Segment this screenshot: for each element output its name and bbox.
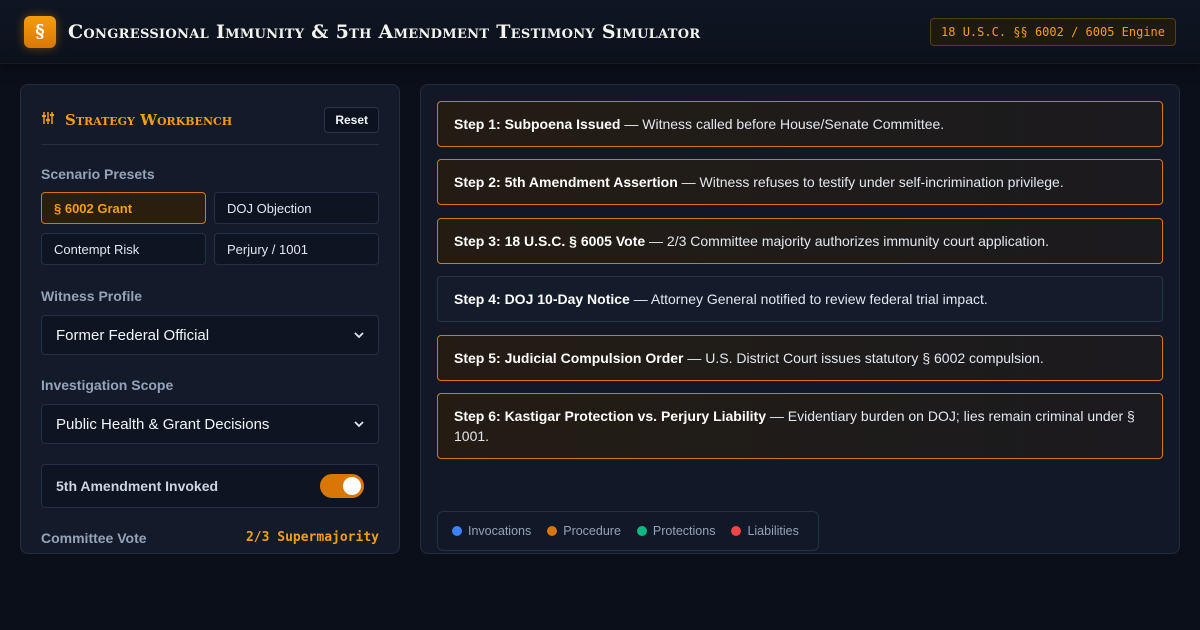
red-dot-icon — [731, 526, 742, 536]
fifth-amendment-toggle[interactable] — [320, 474, 364, 498]
testimony-process-panel: Step 1: Subpoena Issued — Witness called… — [420, 84, 1180, 554]
witness-profile-label: Witness Profile — [41, 288, 143, 304]
chevron-down-icon — [354, 328, 364, 342]
category-legend: Invocations Procedure Protections Liabil… — [437, 511, 819, 551]
committee-vote-value: 2/3 Supermajority — [245, 530, 379, 545]
legend-item-liabilities: Liabilities — [731, 524, 799, 538]
step-card[interactable]: Step 5: Judicial Compulsion Order — U.S.… — [437, 335, 1163, 381]
step-title: Step 1: Subpoena Issued — [454, 116, 621, 132]
fifth-amendment-toggle-row: 5th Amendment Invoked — [41, 464, 379, 508]
step-card[interactable]: Step 6: Kastigar Protection vs. Perjury … — [437, 393, 1163, 459]
committee-vote-label: Committee Vote — [41, 530, 147, 546]
step-title: Step 5: Judicial Compulsion Order — [454, 350, 684, 366]
app-header: § Congressional Immunity & 5th Amendment… — [0, 0, 1200, 64]
investigation-scope-select[interactable]: Public Health & Grant Decisions — [41, 404, 379, 444]
green-dot-icon — [636, 526, 647, 536]
legend-item-procedure: Procedure — [547, 524, 621, 538]
step-description: — U.S. District Court issues statutory §… — [683, 350, 1044, 366]
witness-profile-value: Former Federal Official — [56, 326, 210, 344]
investigation-scope-value: Public Health & Grant Decisions — [56, 415, 270, 433]
fifth-amendment-label: 5th Amendment Invoked — [56, 478, 219, 494]
preset-perjury-1001[interactable]: Perjury / 1001 — [214, 233, 379, 265]
chevron-down-icon — [354, 417, 364, 431]
legend-item-invocations: Invocations — [452, 524, 531, 538]
step-description: — Witness refuses to testify under self-… — [677, 174, 1064, 190]
reset-button[interactable]: Reset — [324, 106, 379, 133]
step-card[interactable]: Step 4: DOJ 10-Day Notice — Attorney Gen… — [437, 276, 1163, 322]
step-card[interactable]: Step 1: Subpoena Issued — Witness called… — [437, 101, 1163, 147]
step-description: — 2/3 Committee majority authorizes immu… — [645, 233, 1049, 249]
step-description: — Witness called before House/Senate Com… — [620, 116, 945, 132]
step-title: Step 4: DOJ 10-Day Notice — [454, 291, 630, 307]
legend-label: Liabilities — [747, 524, 799, 538]
orange-dot-icon — [547, 526, 558, 536]
step-title: Step 3: 18 U.S.C. § 6005 Vote — [454, 233, 646, 249]
engine-badge: 18 U.S.C. §§ 6002 / 6005 Engine — [930, 17, 1176, 46]
legend-item-protections: Protections — [636, 524, 716, 538]
preset-doj-objection[interactable]: DOJ Objection — [214, 192, 379, 224]
legend-label: Protections — [652, 524, 716, 538]
section-sign-logo-icon: § — [24, 15, 56, 48]
workbench-header: Strategy Workbench Reset — [41, 105, 379, 145]
blue-dot-icon — [452, 526, 462, 536]
sliders-icon — [41, 111, 55, 128]
step-title: Step 2: 5th Amendment Assertion — [454, 174, 678, 190]
preset-6002-grant[interactable]: § 6002 Grant — [41, 192, 206, 224]
legend-label: Procedure — [563, 524, 621, 538]
witness-profile-select[interactable]: Former Federal Official — [41, 315, 379, 355]
investigation-scope-label: Investigation Scope — [41, 377, 174, 393]
step-title: Step 6: Kastigar Protection vs. Perjury … — [454, 408, 766, 424]
app-title: Congressional Immunity & 5th Amendment T… — [68, 20, 701, 43]
toggle-knob — [343, 477, 361, 495]
legend-label: Invocations — [468, 524, 532, 538]
preset-contempt-risk[interactable]: Contempt Risk — [41, 233, 206, 265]
step-description: — Attorney General notified to review fe… — [629, 291, 988, 307]
step-card[interactable]: Step 3: 18 U.S.C. § 6005 Vote — 2/3 Comm… — [437, 218, 1163, 264]
step-card[interactable]: Step 2: 5th Amendment Assertion — Witnes… — [437, 159, 1163, 205]
workbench-title: Strategy Workbench — [65, 110, 233, 129]
scenario-presets-label: Scenario Presets — [41, 166, 155, 182]
strategy-workbench-panel: Strategy Workbench Reset Scenario Preset… — [20, 84, 400, 554]
